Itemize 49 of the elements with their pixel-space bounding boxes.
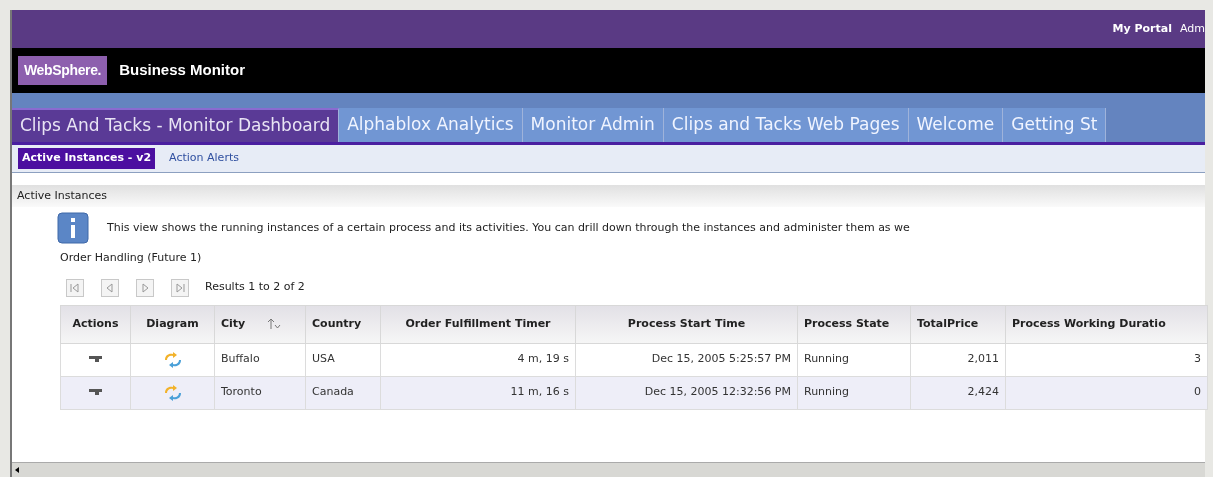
start-time-cell: Dec 15, 2005 5:25:57 PM (651, 352, 791, 366)
state-cell: Running (804, 385, 850, 399)
timer-cell: 4 m, 19 s (517, 352, 569, 366)
panel-header: Active Instances (12, 185, 1205, 207)
first-page-button[interactable] (66, 278, 84, 297)
previous-page-icon (105, 282, 115, 293)
timer-cell: 11 m, 16 s (510, 385, 569, 399)
diagram-icon[interactable] (162, 383, 183, 402)
column-header[interactable]: Diagram (130, 305, 215, 343)
country-cell: USA (312, 352, 335, 366)
column-header[interactable]: Process State (797, 305, 911, 343)
price-cell: 2,011 (967, 352, 999, 366)
duration-cell: 0 (1194, 385, 1201, 399)
column-header[interactable]: Process Working Duratio (1005, 305, 1208, 343)
city-cell: Toronto (221, 385, 262, 399)
sub-tab[interactable]: Action Alerts (165, 148, 243, 169)
last-page-icon (175, 282, 185, 293)
column-header[interactable]: City (214, 305, 306, 343)
price-cell: 2,424 (967, 385, 999, 399)
city-cell: Buffalo (221, 352, 260, 366)
product-name: Business Monitor (119, 60, 245, 81)
info-text: This view shows the running instances of a certain process and its activities. You can drill down through the instances and administer them as we (107, 219, 910, 236)
start-time-cell: Dec 15, 2005 12:32:56 PM (644, 385, 791, 399)
duration-cell: 3 (1194, 352, 1201, 366)
state-cell: Running (804, 352, 850, 366)
results-count: Results 1 to 2 of 2 (205, 279, 305, 296)
column-header[interactable]: Order Fulfillment Timer (380, 305, 576, 343)
column-header[interactable]: Actions (60, 305, 131, 343)
last-page-button[interactable] (171, 278, 189, 297)
first-page-icon (70, 282, 80, 293)
process-name: Order Handling (Future 1) (59, 250, 202, 266)
diagram-icon[interactable] (162, 350, 183, 369)
nav-tab[interactable]: Clips And Tacks - Monitor Dashboard (12, 108, 340, 142)
previous-page-button[interactable] (101, 278, 119, 297)
country-cell: Canada (312, 385, 354, 399)
header-link[interactable]: Adm (1179, 20, 1205, 38)
next-page-icon (140, 282, 150, 293)
brand-logo: WebSphere. (18, 56, 108, 85)
column-header[interactable]: TotalPrice (910, 305, 1006, 343)
next-page-button[interactable] (136, 278, 154, 297)
horizontal-scrollbar[interactable] (12, 462, 1205, 477)
action-icon[interactable] (88, 388, 103, 397)
sub-tab[interactable]: Active Instances - v2 (18, 148, 156, 169)
action-icon[interactable] (88, 355, 103, 364)
header-link[interactable]: My Portal (1112, 20, 1172, 38)
column-header[interactable]: Country (305, 305, 381, 343)
column-header[interactable]: Process Start Time (575, 305, 798, 343)
sort-icon[interactable] (267, 318, 282, 330)
info-icon (57, 212, 89, 244)
